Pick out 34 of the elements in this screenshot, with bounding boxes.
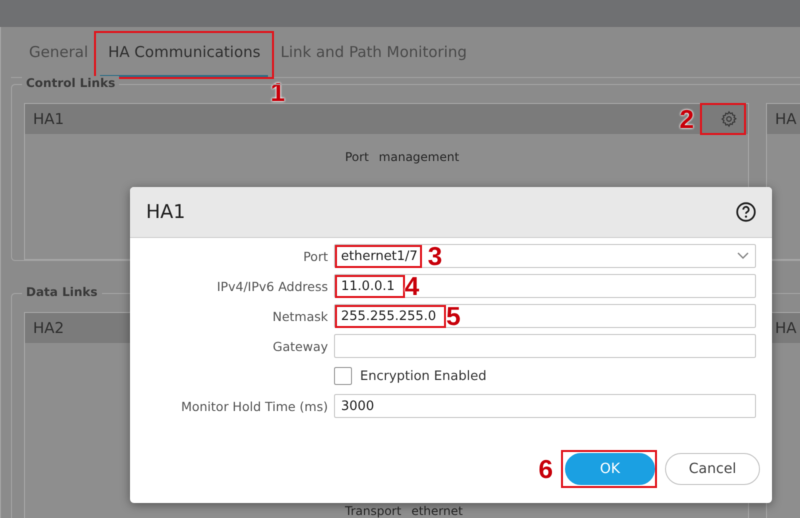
field-label: Monitor Hold Time (ms) [180, 398, 328, 414]
annotation-number: 3 [428, 243, 442, 269]
panel-title: HA2 [33, 319, 64, 337]
checkbox-label: Encryption Enabled [360, 368, 486, 384]
field-value: management [378, 150, 460, 164]
field-label: Netmask [271, 308, 328, 324]
chevron-down-icon [737, 252, 749, 260]
settings-icon[interactable] [720, 110, 738, 128]
panel-title: HA [775, 110, 797, 128]
annotation-box [700, 103, 746, 135]
input-field[interactable]: 255.255.255.0 5 [334, 304, 756, 328]
annotation-number: 5 [446, 303, 461, 329]
help-icon[interactable] [736, 202, 756, 222]
field-value: ethernet [411, 504, 463, 518]
field-label: Port [345, 150, 369, 164]
section-legend: Control Links [22, 76, 120, 90]
panel-title: HA [775, 319, 797, 337]
checkbox[interactable] [334, 367, 352, 385]
section-legend: Data Links [22, 285, 102, 299]
field-label: Transport [345, 504, 402, 518]
annotation-box [335, 274, 405, 298]
field-label: Port [302, 248, 328, 264]
port-select[interactable]: ethernet1/7 3 [334, 244, 756, 268]
input-field[interactable]: 3000 [334, 394, 756, 418]
field-label: IPv4/IPv6 Address [216, 278, 328, 294]
input-field[interactable] [334, 334, 756, 358]
annotation-number: 4 [404, 273, 420, 299]
cancel-button[interactable]: Cancel [665, 453, 760, 485]
dialog-title: HA1 [146, 201, 186, 223]
field-label: Gateway [272, 338, 328, 354]
input-field[interactable]: 11.0.0.1 4 [334, 274, 756, 298]
panel-title: HA1 [33, 110, 64, 128]
annotation-number: 6 [538, 456, 553, 482]
annotation-number: 2 [680, 106, 694, 132]
